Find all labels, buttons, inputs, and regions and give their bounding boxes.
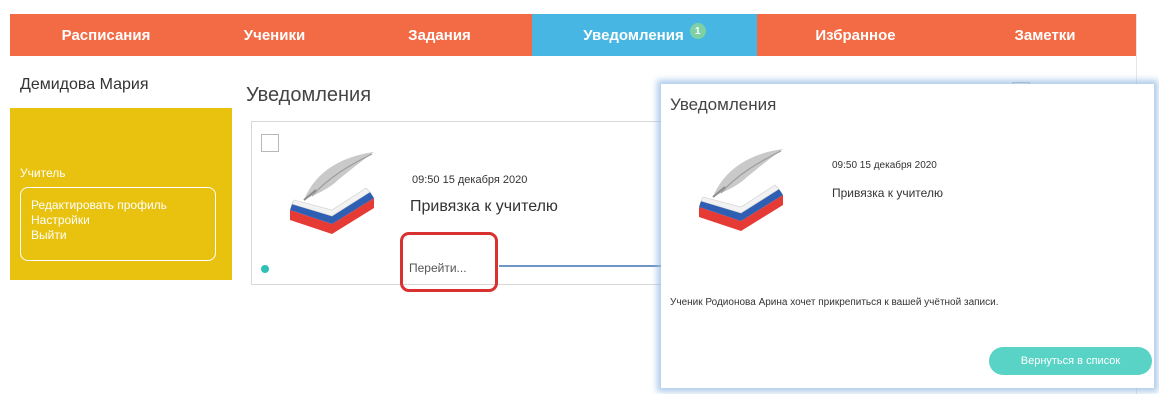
- notification-count-badge: 1: [689, 23, 706, 39]
- notification-subject: Привязка к учителю: [410, 198, 558, 215]
- nav-tab-label: Уведомления: [583, 26, 684, 44]
- nav-tab-label: Ученики: [243, 26, 306, 44]
- nav-tab-label: Избранное: [815, 26, 896, 44]
- book-quill-logo-icon: [699, 149, 783, 231]
- nav-tab-notes[interactable]: Заметки: [954, 14, 1136, 56]
- book-quill-logo-icon: [290, 152, 374, 234]
- detail-subject: Привязка к учителю: [832, 186, 943, 200]
- notifications-heading: Уведомления: [246, 84, 372, 106]
- nav-tab-label: Расписания: [61, 26, 151, 44]
- edit-profile-link[interactable]: Редактировать профиль: [31, 198, 215, 213]
- notification-datetime: 09:50 15 декабря 2020: [412, 174, 528, 186]
- detail-datetime: 09:50 15 декабря 2020: [832, 160, 937, 171]
- detail-message: Ученик Родионова Арина хочет прикрепитьс…: [670, 297, 999, 308]
- page: Расписания Ученики Задания Уведомления 1 …: [0, 0, 1159, 394]
- user-name: Демидова Мария: [20, 76, 149, 93]
- goto-link-highlight: [400, 232, 498, 292]
- nav-tab-label: Заметки: [1014, 26, 1076, 44]
- nav-tab-students[interactable]: Ученики: [202, 14, 347, 56]
- nav-tab-schedules[interactable]: Расписания: [10, 14, 202, 56]
- detail-title: Уведомления: [670, 95, 777, 114]
- profile-menu: Редактировать профиль Настройки Выйти: [20, 187, 216, 261]
- notification-card[interactable]: 09:50 15 декабря 2020 Привязка к учителю…: [251, 121, 671, 292]
- top-nav: Расписания Ученики Задания Уведомления 1 …: [10, 14, 1136, 56]
- notification-detail-panel: Уведомления 09:50 15 декабря 2020 Привяз…: [661, 84, 1154, 388]
- nav-tab-favorites[interactable]: Избранное: [757, 14, 954, 56]
- nav-tab-label: Задания: [408, 26, 471, 44]
- unread-indicator: [261, 265, 269, 273]
- user-role: Учитель: [20, 166, 66, 180]
- nav-tab-tasks[interactable]: Задания: [347, 14, 532, 56]
- back-to-list-button[interactable]: Вернуться в список: [989, 347, 1152, 375]
- nav-tab-notifications[interactable]: Уведомления 1: [532, 14, 757, 56]
- logout-link[interactable]: Выйти: [31, 228, 215, 243]
- settings-link[interactable]: Настройки: [31, 213, 215, 228]
- profile-panel: Учитель Редактировать профиль Настройки …: [10, 108, 232, 280]
- notification-checkbox[interactable]: [261, 134, 279, 152]
